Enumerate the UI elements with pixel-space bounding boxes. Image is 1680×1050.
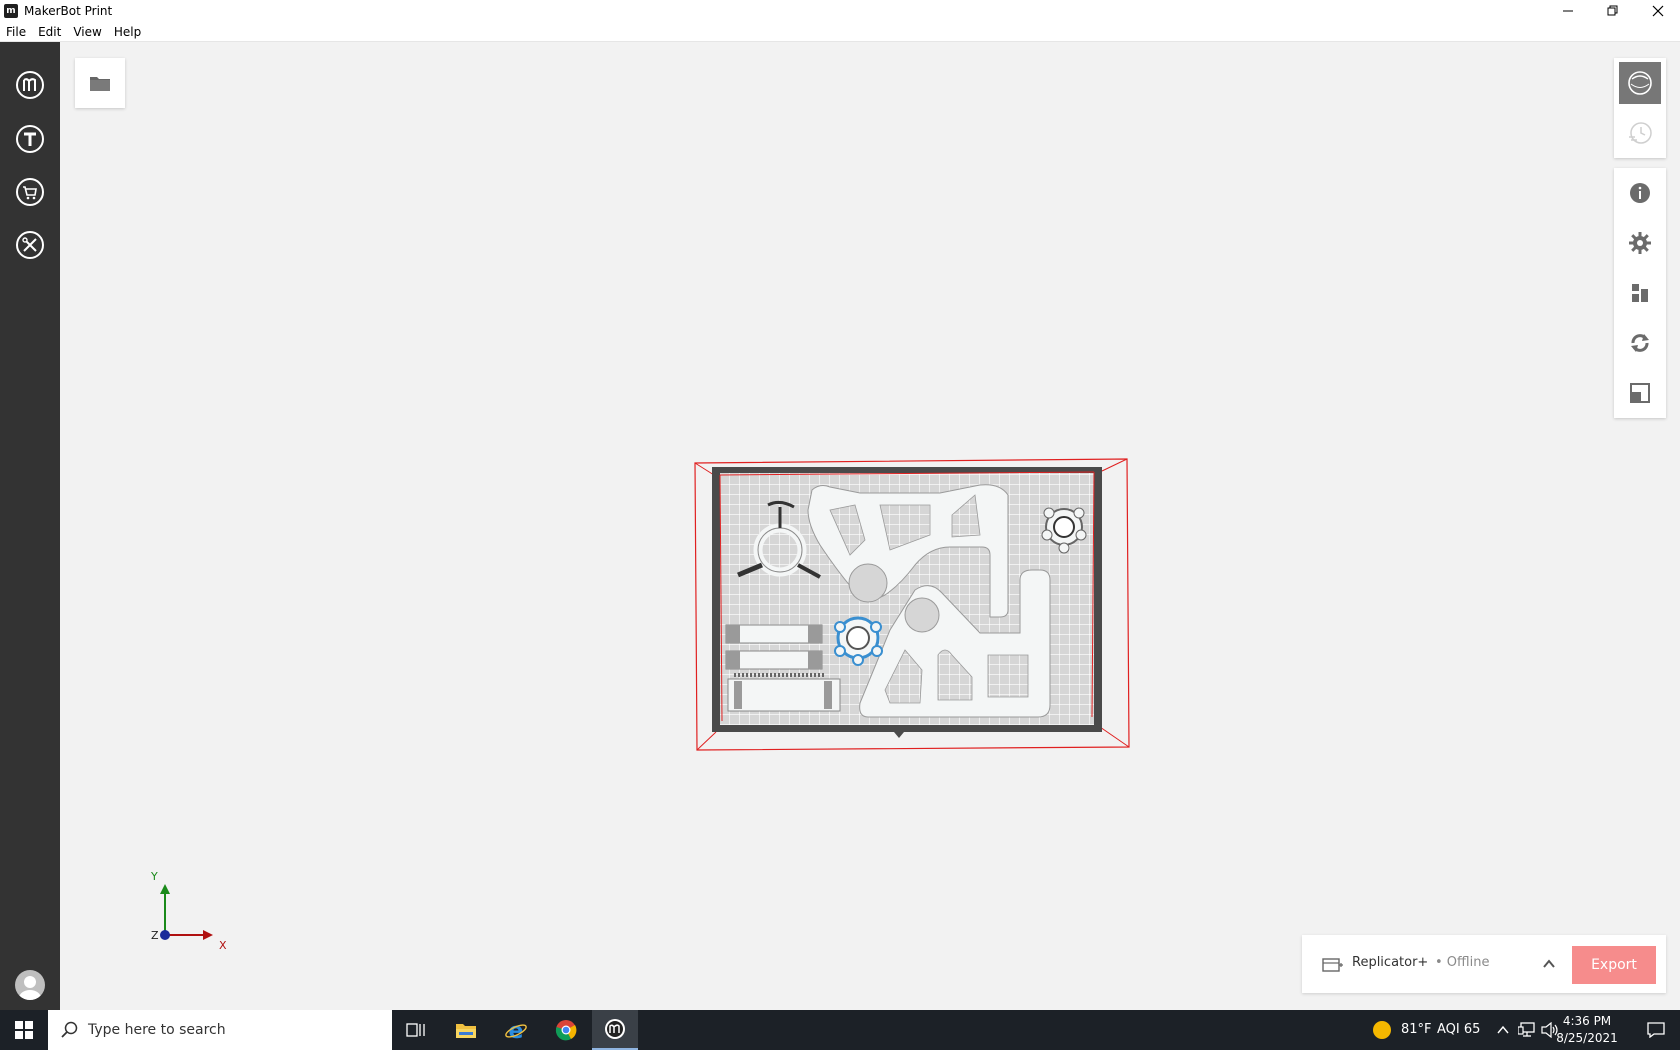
task-view-icon[interactable]	[396, 1010, 436, 1050]
chevron-up-icon[interactable]	[1542, 956, 1556, 975]
makerbot-taskbar-icon[interactable]	[592, 1010, 638, 1050]
printer-name[interactable]: Replicator+	[1352, 955, 1428, 970]
window-controls	[1545, 0, 1680, 22]
info-icon[interactable]	[1619, 172, 1661, 214]
menu-file[interactable]: File	[0, 22, 32, 42]
axis-x-label: X	[219, 939, 227, 952]
search-icon	[61, 1021, 78, 1038]
thingiverse-icon[interactable]	[15, 124, 45, 154]
menu-view[interactable]: View	[67, 22, 107, 42]
clock-date: 8/25/2021	[1556, 1031, 1618, 1045]
printer-status: • Offline	[1435, 955, 1490, 970]
title-bar: m MakerBot Print	[0, 0, 1680, 22]
window-title: MakerBot Print	[24, 4, 113, 18]
build-plate-viewport[interactable]	[690, 455, 1130, 755]
tools-icon[interactable]	[15, 230, 45, 260]
cart-icon[interactable]	[15, 177, 45, 207]
clock-time: 4:36 PM	[1562, 1014, 1612, 1028]
axis-gizmo: Y X Z	[145, 870, 235, 960]
menu-edit[interactable]: Edit	[32, 22, 67, 42]
windows-taskbar: Type here to search e 81°F AQI 65 4:36 P…	[0, 1010, 1680, 1050]
file-explorer-icon[interactable]	[446, 1010, 486, 1050]
scale-icon[interactable]	[1619, 372, 1661, 414]
left-navigation	[0, 42, 60, 1010]
arrange-icon[interactable]	[1619, 272, 1661, 314]
printer-icon[interactable]	[1322, 956, 1344, 976]
view-mode-panel	[1614, 58, 1666, 158]
export-button[interactable]: Export	[1572, 946, 1656, 984]
start-button[interactable]	[0, 1010, 48, 1050]
model-view-icon[interactable]	[1619, 62, 1661, 104]
settings-gear-icon[interactable]	[1619, 222, 1661, 264]
taskbar-clock[interactable]: 4:36 PM 8/25/2021	[1552, 1013, 1622, 1047]
restore-button[interactable]	[1590, 0, 1635, 22]
open-file-button[interactable]	[75, 58, 125, 108]
menu-help[interactable]: Help	[108, 22, 147, 42]
print-preview-icon[interactable]	[1619, 112, 1661, 154]
internet-explorer-icon[interactable]: e	[496, 1010, 536, 1050]
tools-panel	[1614, 168, 1666, 418]
search-placeholder: Type here to search	[88, 1022, 226, 1038]
chrome-icon[interactable]	[546, 1010, 586, 1050]
notifications-icon[interactable]	[1632, 1010, 1680, 1050]
minimize-icon	[1562, 10, 1573, 12]
rotate-icon[interactable]	[1619, 322, 1661, 364]
minimize-button[interactable]	[1545, 0, 1590, 22]
printer-bar: Replicator+ • Offline Export	[1302, 935, 1666, 993]
windows-logo-icon	[15, 1021, 33, 1039]
axis-z-label: Z	[151, 929, 159, 942]
weather-aqi[interactable]: AQI 65	[1437, 1022, 1480, 1037]
restore-icon	[1607, 5, 1617, 16]
app-icon: m	[4, 4, 18, 18]
axis-y-label: Y	[151, 870, 158, 883]
folder-icon	[90, 77, 110, 91]
network-icon[interactable]	[1515, 1010, 1539, 1050]
taskbar-search[interactable]: Type here to search	[48, 1010, 392, 1050]
weather-temperature[interactable]: 81°F	[1401, 1022, 1432, 1037]
weather-sun-icon[interactable]	[1370, 1010, 1394, 1050]
tray-chevron-up-icon[interactable]	[1493, 1010, 1513, 1050]
makerbot-logo-icon[interactable]	[15, 70, 45, 100]
user-avatar-icon[interactable]	[15, 970, 45, 1000]
close-icon	[1652, 5, 1663, 17]
menu-bar: File Edit View Help	[0, 22, 1680, 42]
close-button[interactable]	[1635, 0, 1680, 22]
